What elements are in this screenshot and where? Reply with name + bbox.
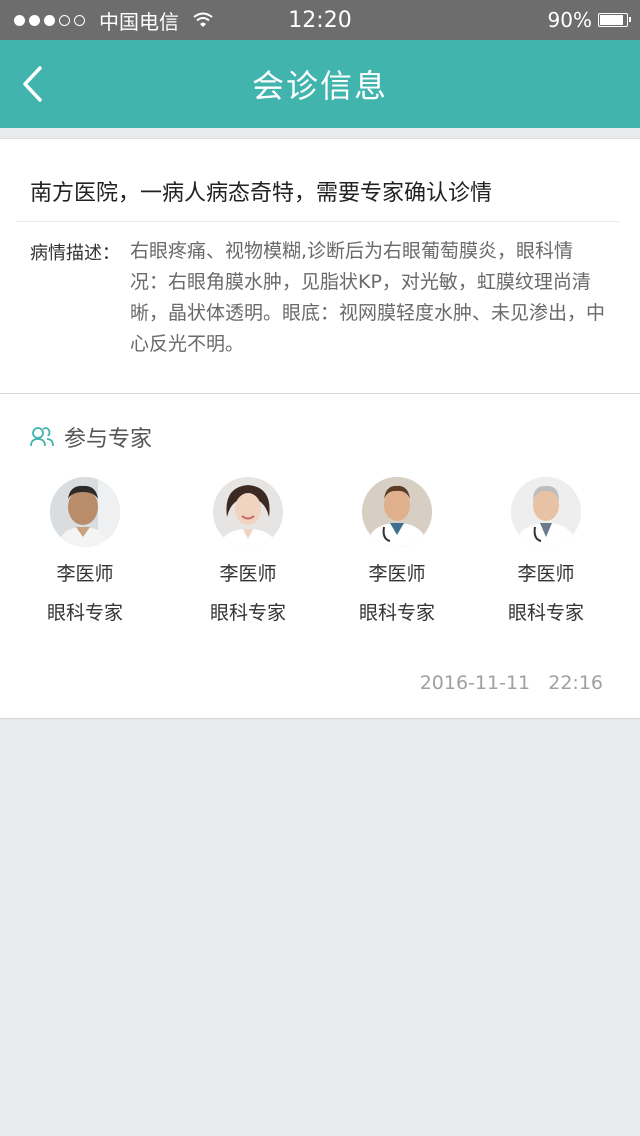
chevron-left-icon	[23, 66, 42, 102]
page-title: 会诊信息	[251, 67, 388, 105]
expert-name: 李医师	[517, 563, 575, 585]
case-title: 南方医院，一病人病态奇特，需要专家确认诊情	[30, 181, 493, 206]
avatar	[511, 477, 581, 547]
expert-role: 眼科专家	[46, 602, 123, 624]
signal-strength-icon	[14, 14, 85, 26]
battery-percent: 90%	[547, 8, 592, 32]
section-divider	[0, 393, 640, 394]
avatar	[213, 477, 283, 547]
experts-header: 参与专家	[30, 421, 152, 453]
nav-header: 会诊信息	[0, 40, 640, 128]
status-right: 90%	[547, 8, 631, 32]
battery-icon	[598, 13, 631, 27]
avatar	[50, 477, 120, 547]
expert-card[interactable]: 李医师 眼科专家	[25, 477, 145, 625]
expert-role: 眼科专家	[358, 602, 435, 624]
description-text: 右眼疼痛、视物模糊,诊断后为右眼葡萄膜炎，眼科情况：右眼角膜水肿，见脂状KP，对…	[130, 240, 606, 355]
divider	[16, 221, 620, 222]
expert-card[interactable]: 李医师 眼科专家	[486, 477, 606, 625]
avatar	[362, 477, 432, 547]
experts-title: 参与专家	[64, 427, 153, 452]
back-button[interactable]	[20, 64, 50, 104]
expert-card[interactable]: 李医师 眼科专家	[188, 477, 308, 625]
timestamp: 2016-11-11 22:16	[419, 672, 603, 694]
wifi-icon	[193, 12, 213, 27]
consultation-card: 南方医院，一病人病态奇特，需要专家确认诊情 病情描述： 右眼疼痛、视物模糊,诊断…	[0, 138, 640, 719]
expert-name: 李医师	[368, 563, 426, 585]
expert-name: 李医师	[219, 563, 277, 585]
expert-role: 眼科专家	[209, 602, 286, 624]
people-icon	[30, 427, 54, 447]
description-label: 病情描述：	[30, 243, 120, 264]
carrier-name: 中国电信	[99, 9, 179, 34]
expert-name: 李医师	[56, 563, 114, 585]
status-left: 中国电信	[14, 6, 213, 35]
expert-role: 眼科专家	[507, 602, 584, 624]
status-bar: 中国电信 12:20 90%	[0, 0, 640, 40]
expert-card[interactable]: 李医师 眼科专家	[337, 477, 457, 625]
